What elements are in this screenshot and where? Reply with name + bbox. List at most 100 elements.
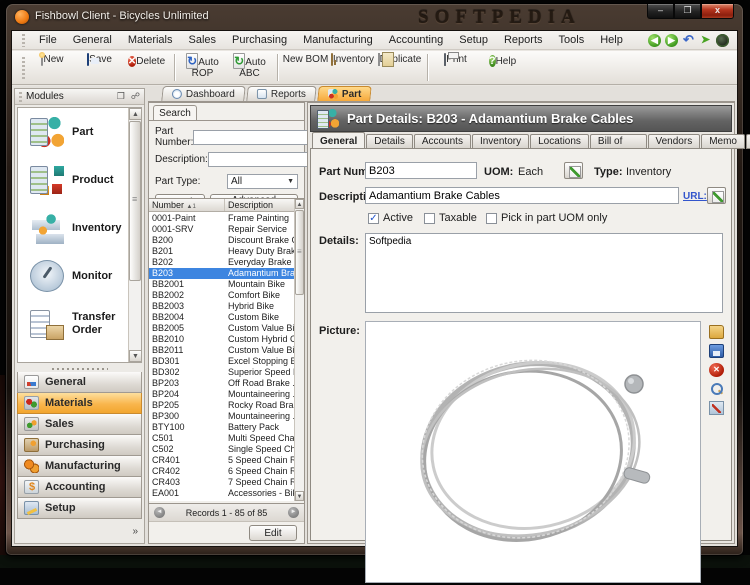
table-row[interactable]: BB2011 Custom Value Bike [149,345,294,356]
checkbox-icon[interactable] [486,213,497,224]
table-row[interactable]: CR402 6 Speed Chain Ring [149,466,294,477]
table-row[interactable]: EA001 Accessories - Bik... [149,488,294,499]
menu-item[interactable]: Sales [181,32,225,48]
disk-icon[interactable] [709,344,724,358]
description-field[interactable] [365,187,679,204]
checkbox-icon[interactable]: ✓ [368,213,379,224]
category-item[interactable]: Materials [17,393,142,414]
nav-icon[interactable] [716,34,729,47]
toolbar-button[interactable]: Save [76,51,123,84]
table-row[interactable]: C502 Single Speed Chain [149,444,294,455]
nav-icon[interactable]: ➤ [699,34,712,47]
table-row[interactable]: 0001-Paint Frame Painting [149,213,294,224]
nav-icon[interactable]: ◀ [648,34,661,47]
menu-item[interactable]: Accounting [381,32,451,48]
nav-icon[interactable]: ▶ [665,34,678,47]
table-row[interactable]: CR401 5 Speed Chain Ring [149,455,294,466]
details-tab[interactable]: Custom [746,134,750,149]
url-link[interactable]: URL: [683,191,707,202]
prev-page-button[interactable]: ◄ [154,507,165,518]
column-header-description[interactable]: Description [225,199,294,211]
toolbar-button[interactable]: New [29,51,76,84]
view-tab[interactable]: Dashboard [161,86,245,101]
table-row[interactable]: BB2001 Mountain Bike [149,279,294,290]
close-button[interactable]: x [701,4,734,19]
toolbar-button[interactable]: Auto ABC [226,51,273,84]
category-item[interactable]: Manufacturing [17,456,142,477]
search-tab[interactable]: Search [153,105,197,120]
float-panel-icon[interactable]: ❐ [117,91,125,102]
module-item[interactable]: Transfer Order [18,300,141,348]
toolbar-button[interactable]: Help [479,51,526,84]
sidebar-splitter[interactable] [17,366,142,371]
table-row[interactable]: BP300 Mountaineering ... [149,411,294,422]
edit2-icon[interactable] [709,401,724,415]
table-row[interactable]: BB2002 Comfort Bike [149,290,294,301]
view-tab[interactable]: Part [317,86,372,101]
part-number-field[interactable] [365,162,477,179]
menu-item[interactable]: Purchasing [224,32,295,48]
table-row[interactable]: B200 Discount Brake C... [149,235,294,246]
table-row[interactable]: BTY100 Battery Pack [149,422,294,433]
details-tab[interactable]: Locations [530,134,589,149]
edit-button[interactable]: Edit [249,525,297,541]
titlebar[interactable]: Fishbowl Client - Bicycles Unlimited SOF… [6,4,743,30]
menu-item[interactable]: Tools [551,32,593,48]
url-edit-button[interactable] [707,187,726,204]
details-textarea[interactable]: Softpedia [365,233,723,313]
details-tab[interactable]: Details [366,134,413,149]
menu-item[interactable]: Setup [451,32,496,48]
nav-icon[interactable]: ↶ [682,34,695,47]
table-row[interactable]: BB2004 Custom Bike [149,312,294,323]
details-tab[interactable]: Bill of Materials [590,134,647,149]
next-page-button[interactable]: ► [288,507,299,518]
module-item[interactable]: Product [18,156,141,204]
details-tab[interactable]: Vendors [648,134,701,149]
table-row[interactable]: BP204 Mountaineering ... [149,389,294,400]
toolbar-button[interactable]: Delete [123,51,170,84]
table-row[interactable]: C501 Multi Speed Chain [149,433,294,444]
category-item[interactable]: Sales [17,414,142,435]
menu-item[interactable]: Reports [496,32,551,48]
pick-in-part-uom-checkbox[interactable]: Pick in part UOM only [486,212,607,224]
table-row[interactable]: BB2010 Custom Hybrid C... [149,334,294,345]
category-item[interactable]: Purchasing [17,435,142,456]
table-scrollbar[interactable]: ▲ ▼ [294,199,304,501]
table-row[interactable]: BP203 Off Road Brake ... [149,378,294,389]
scroll-thumb[interactable] [129,121,141,281]
toolbar-button[interactable]: Print [432,51,479,84]
scroll-thumb[interactable] [295,210,304,295]
scroll-up-icon[interactable]: ▲ [129,108,142,120]
scroll-up-icon[interactable]: ▲ [295,199,304,209]
toolbar-button[interactable]: Duplicate [376,51,423,84]
modules-scrollbar[interactable]: ▲ ▼ [128,108,141,362]
uom-edit-button[interactable] [564,162,583,179]
details-tab[interactable]: Memo [701,134,745,149]
taxable-checkbox[interactable]: Taxable [424,212,477,224]
category-item[interactable]: General [17,372,142,393]
view-tab[interactable]: Reports [246,86,317,101]
table-row[interactable]: BD301 Excel Stopping B... [149,356,294,367]
toolbar-button[interactable]: Inventory [329,51,376,84]
menu-item[interactable]: Materials [120,32,181,48]
module-item[interactable]: Inventory [18,204,141,252]
table-row[interactable]: BD302 Superior Speed B... [149,367,294,378]
active-checkbox[interactable]: ✓ Active [368,212,413,224]
table-row[interactable]: BP205 Rocky Road Brak... [149,400,294,411]
menu-item[interactable]: File [31,32,65,48]
collapse-chevron-icon[interactable]: » [132,526,138,537]
table-row[interactable]: B202 Everyday Brake ... [149,257,294,268]
folder-icon[interactable] [709,325,724,339]
mag-icon[interactable] [709,382,724,396]
table-row[interactable]: BB2005 Custom Value Bike [149,323,294,334]
toolbar-button[interactable]: New BOM [282,51,329,84]
details-tab[interactable]: General [312,132,365,149]
details-tab[interactable]: Inventory [472,134,529,149]
category-item[interactable]: Setup [17,498,142,519]
xdel-icon[interactable] [709,363,724,377]
maximize-button[interactable]: ❐ [674,4,701,19]
table-row[interactable]: 0001-SRV Repair Service [149,224,294,235]
pin-icon[interactable]: ☍ [131,91,140,102]
part-type-select[interactable]: All ▼ [227,174,298,189]
table-row[interactable]: CR403 7 Speed Chain Ring [149,477,294,488]
